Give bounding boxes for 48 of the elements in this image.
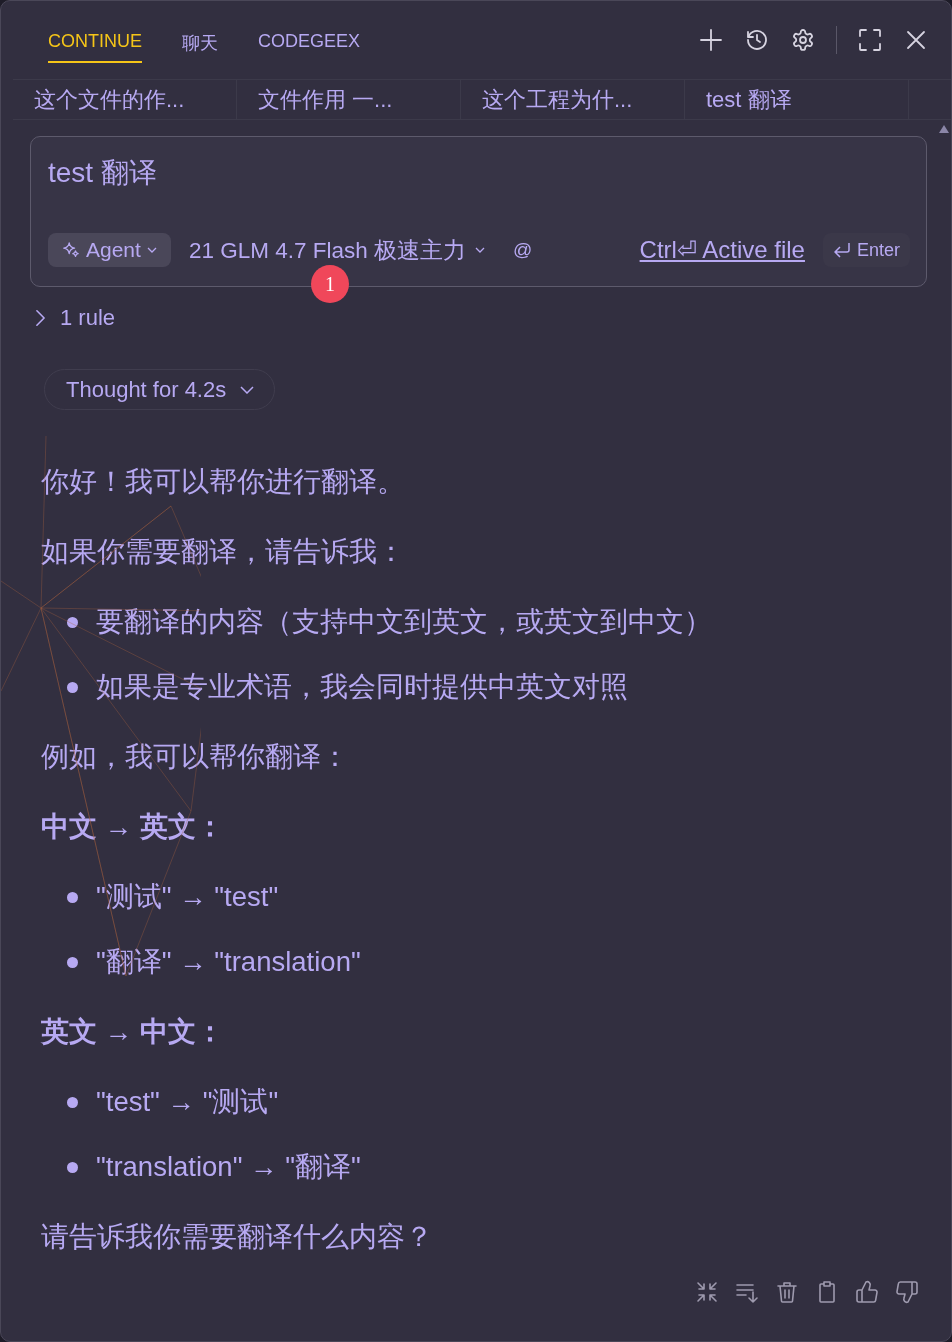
bullet-icon <box>67 1161 78 1173</box>
caret-icon <box>475 246 485 254</box>
settings-icon[interactable] <box>790 27 816 53</box>
sparkle-icon <box>62 241 80 259</box>
enter-button[interactable]: Enter <box>822 233 910 267</box>
bullet-icon <box>67 956 78 968</box>
session-tab[interactable]: 文件作用 一... <box>237 80 461 119</box>
bullet-text: "翻译" → "translation" <box>96 945 361 979</box>
active-file-link[interactable]: Ctrl⏎ Active file <box>639 236 805 264</box>
scroll-up-icon[interactable] <box>939 125 949 133</box>
plus-icon[interactable] <box>698 27 724 53</box>
session-tab[interactable]: test 翻译 <box>685 80 909 119</box>
session-tab[interactable]: 这个工程为什... <box>461 80 685 119</box>
mention-button[interactable]: @ <box>513 239 533 261</box>
bullet-icon <box>67 616 78 628</box>
message-paragraph: 请告诉我你需要翻译什么内容？ <box>41 1220 434 1254</box>
rules-toggle[interactable]: 1 rule <box>35 305 116 331</box>
header-tab[interactable]: 聊天 <box>182 1 218 63</box>
number-badge: 1 <box>311 265 349 303</box>
history-icon[interactable] <box>744 27 770 53</box>
trash-icon[interactable] <box>775 1280 799 1304</box>
caret-icon <box>146 246 157 254</box>
message-paragraph: 如果你需要翻译，请告诉我： <box>41 535 406 569</box>
thumbs-down-icon[interactable] <box>895 1280 919 1304</box>
bullet-icon <box>67 891 78 903</box>
bullet-icon <box>67 681 78 693</box>
mode-dropdown[interactable]: Agent <box>48 233 171 267</box>
message-paragraph: 例如，我可以帮你翻译： <box>41 740 350 774</box>
message-heading: 中文 → 英文： <box>41 810 225 844</box>
bullet-icon <box>67 1096 78 1108</box>
collapse-icon[interactable] <box>695 1280 719 1304</box>
chat-input-field[interactable]: test 翻译 <box>48 157 910 189</box>
header-tab[interactable]: CODEGEEX <box>258 1 361 63</box>
message-heading: 英文 → 中文： <box>41 1015 225 1049</box>
header-tab[interactable]: CONTINUE <box>48 1 142 63</box>
chevron-right-icon <box>35 309 46 327</box>
message-paragraph: 你好！我可以帮你进行翻译。 <box>41 465 406 499</box>
session-tab[interactable]: 这个文件的作... <box>13 80 237 119</box>
bullet-text: "测试" → "test" <box>96 880 279 914</box>
model-dropdown[interactable]: 21 GLM 4.7 Flash 极速主力 <box>188 234 485 266</box>
bullet-text: "translation" → "翻译" <box>96 1150 361 1184</box>
thumbs-up-icon[interactable] <box>855 1280 879 1304</box>
chevron-down-icon <box>240 385 255 394</box>
return-icon <box>832 242 851 258</box>
bullet-text: "test" → "测试" <box>96 1085 279 1119</box>
bullet-text: 要翻译的内容（支持中文到英文，或英文到中文） <box>96 605 712 639</box>
fullscreen-icon[interactable] <box>857 27 883 53</box>
bullet-text: 如果是专业术语，我会同时提供中英文对照 <box>96 670 628 704</box>
